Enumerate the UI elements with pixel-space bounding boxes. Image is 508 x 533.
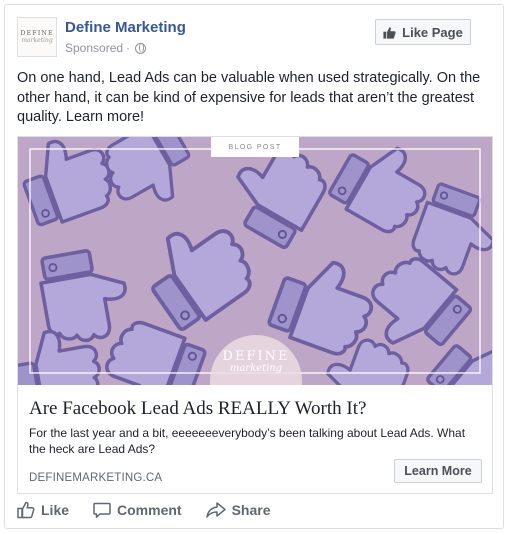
post-body-text: On one hand, Lead Ads can be valuable wh… — [17, 70, 481, 125]
thumbs-up-outline-icon — [17, 501, 35, 519]
sponsored-label[interactable]: Sponsored — [65, 41, 123, 55]
like-action-label: Like — [41, 502, 70, 518]
hero-image[interactable]: BLOG POST DEFINE marketing — [18, 137, 492, 385]
page-avatar[interactable]: DEFINE marketing — [17, 17, 57, 57]
learn-more-button[interactable]: Learn More — [394, 459, 482, 483]
hero-logo-line1: DEFINE — [222, 349, 290, 364]
share-arrow-icon — [205, 502, 226, 518]
globe-icon[interactable] — [135, 42, 147, 54]
link-attachment[interactable]: BLOG POST DEFINE marketing Are Facebook … — [17, 136, 493, 494]
post-header: DEFINE marketing Define Marketing Sponso… — [17, 17, 491, 59]
link-title[interactable]: Are Facebook Lead Ads REALLY Worth It? — [29, 398, 484, 420]
avatar-logo-line1: DEFINE — [20, 29, 54, 37]
sponsored-post-card: DEFINE marketing Define Marketing Sponso… — [4, 4, 504, 529]
like-action-button[interactable]: Like — [17, 501, 69, 519]
share-action-button[interactable]: Share — [205, 501, 271, 519]
speech-bubble-icon — [93, 502, 111, 518]
sponsored-row: Sponsored · — [65, 41, 147, 55]
avatar-logo-line2: marketing — [21, 37, 53, 44]
like-page-button[interactable]: Like Page — [375, 19, 471, 45]
share-action-label: Share — [231, 502, 271, 518]
comment-action-button[interactable]: Comment — [93, 501, 182, 519]
sponsored-separator: · — [126, 41, 131, 55]
link-domain: DEFINEMARKETING.CA — [29, 472, 163, 484]
link-description: For the last year and a bit, eeeeeeevery… — [29, 426, 466, 456]
blog-post-badge: BLOG POST — [211, 137, 299, 157]
page-name-link[interactable]: Define Marketing — [65, 19, 186, 36]
comment-action-label: Comment — [117, 502, 182, 518]
like-page-label: Like Page — [402, 24, 463, 40]
hero-logo-line2: marketing — [229, 363, 283, 374]
post-actions-bar: Like Comment Share — [17, 499, 493, 521]
thumbs-up-icon — [383, 26, 396, 39]
